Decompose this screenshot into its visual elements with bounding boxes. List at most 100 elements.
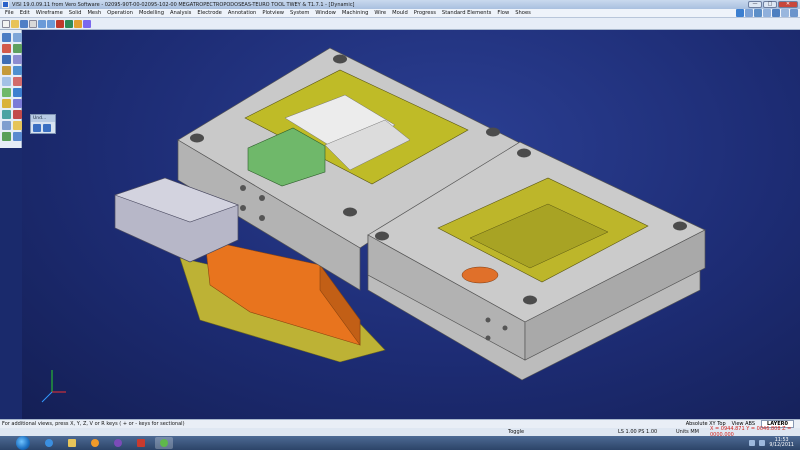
undo-button[interactable]	[33, 124, 41, 132]
boolean-icon[interactable]	[2, 88, 11, 97]
bolt-hole	[517, 148, 531, 158]
minimize-button[interactable]: —	[748, 1, 762, 8]
folder-icon[interactable]	[13, 121, 22, 130]
line-scale: LS 1.00 PS 1.00	[618, 429, 658, 435]
toggle-button[interactable]: Toggle	[508, 429, 524, 435]
menu-shoes[interactable]: Shoes	[512, 10, 534, 16]
taskbar-app[interactable]	[109, 437, 127, 449]
arc-icon[interactable]	[2, 44, 11, 53]
menu-progress[interactable]: Progress	[411, 10, 439, 16]
arrow-left-icon[interactable]	[13, 132, 22, 141]
shell-icon[interactable]	[13, 88, 22, 97]
spline-icon[interactable]	[13, 55, 22, 64]
menu-window[interactable]: Window	[312, 10, 338, 16]
attribute-icon[interactable]	[83, 19, 91, 28]
taskbar-visi[interactable]	[132, 437, 150, 449]
print-icon[interactable]	[29, 19, 37, 28]
maximize-button[interactable]: □	[763, 1, 777, 8]
transform-icon[interactable]	[2, 110, 11, 119]
menu-machining[interactable]: Machining	[339, 10, 372, 16]
status-bar-secondary: Toggle LS 1.00 PS 1.00 Units MM X = 0944…	[0, 426, 800, 438]
taskbar-active[interactable]	[155, 437, 173, 449]
taskbar-media[interactable]	[86, 437, 104, 449]
section-icon[interactable]	[13, 99, 22, 108]
menu-file[interactable]: File	[2, 10, 17, 16]
network-icon[interactable]	[749, 440, 756, 446]
menu-solid[interactable]: Solid	[66, 10, 85, 16]
side-hole	[485, 317, 491, 323]
undo-icon[interactable]	[38, 19, 46, 28]
menu-edit[interactable]: Edit	[17, 10, 33, 16]
volume-icon[interactable]	[759, 440, 766, 446]
menu-annotation[interactable]: Annotation	[225, 10, 259, 16]
new-file-icon[interactable]	[2, 19, 10, 28]
menu-standard-elements[interactable]: Standard Elements	[439, 10, 494, 16]
3d-viewport[interactable]	[22, 30, 800, 419]
undo-panel: Und...	[30, 114, 56, 134]
menu-analysis[interactable]: Analysis	[167, 10, 194, 16]
menu-operation[interactable]: Operation	[104, 10, 136, 16]
menu-flow[interactable]: Flow	[494, 10, 512, 16]
undo-panel-title: Und...	[31, 115, 55, 122]
revolve-icon[interactable]	[13, 66, 22, 75]
main-toolbar	[0, 18, 800, 30]
menu-modelling[interactable]: Modelling	[136, 10, 167, 16]
menu-plotview[interactable]: Plotview	[259, 10, 287, 16]
window-controls: — □ ✕	[748, 1, 798, 8]
menu-system[interactable]: System	[287, 10, 312, 16]
point-icon[interactable]	[2, 33, 11, 42]
app-icon	[114, 439, 122, 447]
close-button[interactable]: ✕	[778, 1, 798, 8]
ie-icon	[45, 439, 53, 447]
bolt-hole	[333, 54, 347, 64]
taskbar-ie[interactable]	[40, 437, 58, 449]
side-hole	[485, 335, 491, 341]
menu-mould[interactable]: Mould	[389, 10, 411, 16]
axis-triad-icon	[41, 370, 66, 403]
save-icon[interactable]	[20, 19, 28, 28]
circle-icon[interactable]	[13, 44, 22, 53]
extrude-icon[interactable]	[2, 66, 11, 75]
side-hole	[259, 195, 265, 201]
units-readout: Units MM	[676, 429, 700, 435]
menu-bar: File Edit Wireframe Solid Mesh Operation…	[0, 9, 800, 18]
bolt-hole	[190, 133, 204, 143]
delete-icon[interactable]	[56, 19, 64, 28]
bolt-hole	[673, 221, 687, 231]
app-icon	[2, 1, 9, 8]
mould-model	[41, 47, 706, 403]
open-folder-icon[interactable]	[11, 19, 19, 28]
chamfer-icon[interactable]	[13, 77, 22, 86]
folder-icon	[68, 439, 76, 447]
media-icon	[91, 439, 99, 447]
mirror-icon[interactable]	[13, 110, 22, 119]
line-icon[interactable]	[13, 33, 22, 42]
pattern-icon[interactable]	[2, 121, 11, 130]
menu-mesh[interactable]: Mesh	[84, 10, 104, 16]
menu-electrode[interactable]: Electrode	[194, 10, 224, 16]
menu-wire[interactable]: Wire	[371, 10, 389, 16]
bolt-hole	[523, 295, 537, 305]
start-button[interactable]	[16, 436, 30, 450]
side-hole	[240, 205, 246, 211]
fit-view-icon[interactable]	[772, 9, 780, 17]
select-icon[interactable]	[65, 19, 73, 28]
wire-view-icon[interactable]	[790, 9, 798, 17]
shade-icon[interactable]	[781, 9, 789, 17]
redo-icon[interactable]	[47, 19, 55, 28]
measure-icon[interactable]	[2, 99, 11, 108]
rectangle-icon[interactable]	[2, 55, 11, 64]
rotate-icon[interactable]	[754, 9, 762, 17]
zoom-icon[interactable]	[745, 9, 753, 17]
help-icon[interactable]	[736, 9, 744, 17]
clock[interactable]: 11:53 9/12/2011	[769, 438, 794, 448]
layer-icon[interactable]	[74, 19, 82, 28]
fillet-icon[interactable]	[2, 77, 11, 86]
redo-button[interactable]	[43, 124, 51, 132]
bolt-hole	[486, 127, 500, 137]
pan-icon[interactable]	[763, 9, 771, 17]
check-icon[interactable]	[2, 132, 11, 141]
taskbar-explorer[interactable]	[63, 437, 81, 449]
side-hole	[259, 215, 265, 221]
menu-wireframe[interactable]: Wireframe	[33, 10, 66, 16]
